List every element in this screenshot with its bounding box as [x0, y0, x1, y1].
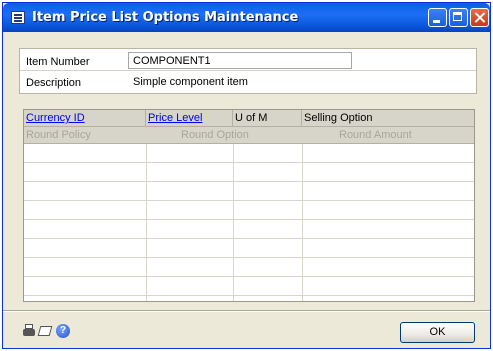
currency-id-header[interactable]: Currency ID — [24, 110, 146, 126]
grid-header-row-2: Round Policy Round Option Round Amount ︾ — [24, 127, 474, 144]
table-row[interactable] — [24, 220, 474, 239]
item-number-label: Item Number — [26, 56, 90, 68]
header-divider — [20, 70, 476, 71]
footer-divider — [3, 310, 490, 311]
column-divider — [233, 144, 234, 301]
price-level-header[interactable]: Price Level — [146, 110, 233, 126]
table-row[interactable] — [24, 163, 474, 182]
column-divider — [146, 144, 147, 301]
close-button[interactable] — [470, 8, 489, 27]
price-list-grid: Currency ID Price Level U of M Selling O… — [23, 109, 475, 302]
note-icon[interactable] — [38, 324, 53, 338]
table-row[interactable] — [24, 182, 474, 201]
u-of-m-header: U of M — [233, 110, 302, 126]
description-field: Simple component item — [128, 73, 472, 90]
table-row[interactable] — [24, 258, 474, 277]
selling-option-header: Selling Option — [302, 110, 474, 126]
window-title: Item Price List Options Maintenance — [32, 10, 299, 25]
round-amount-header: Round Amount — [339, 129, 412, 141]
table-row[interactable] — [24, 201, 474, 220]
grid-header-row-1: Currency ID Price Level U of M Selling O… — [24, 110, 474, 127]
grid-body — [24, 144, 474, 301]
item-header-panel: Item Number COMPONENT1 Description Simpl… — [19, 48, 477, 94]
column-divider — [302, 144, 303, 301]
dialog-window: Item Price List Options Maintenance Item… — [2, 2, 491, 349]
ok-button[interactable]: OK — [400, 322, 475, 343]
window-icon — [11, 11, 25, 24]
maximize-button[interactable] — [449, 8, 468, 27]
client-area: Item Number COMPONENT1 Description Simpl… — [3, 32, 490, 348]
table-row[interactable] — [24, 277, 474, 296]
table-row[interactable] — [24, 144, 474, 163]
table-row[interactable] — [24, 239, 474, 258]
printer-icon[interactable] — [21, 324, 36, 338]
minimize-button[interactable] — [428, 8, 447, 27]
title-bar[interactable]: Item Price List Options Maintenance — [3, 3, 490, 32]
item-number-field[interactable]: COMPONENT1 — [128, 52, 352, 69]
description-label: Description — [26, 77, 82, 89]
round-policy-header: Round Policy — [26, 129, 91, 141]
round-option-header: Round Option — [181, 129, 249, 141]
help-icon[interactable]: ? — [56, 324, 70, 338]
